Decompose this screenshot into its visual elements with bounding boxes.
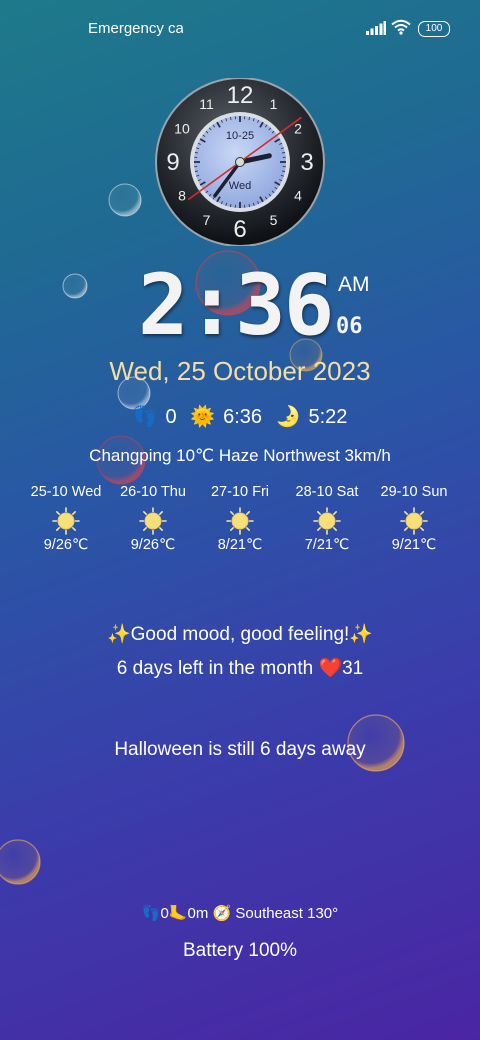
sun-icon	[313, 507, 341, 535]
sun-icon	[226, 507, 254, 535]
forecast-date: 27-10 Fri	[210, 484, 270, 500]
forecast-day[interactable]: 27-10 Fri 8/21℃	[197, 484, 283, 554]
clock-numeral: 8	[178, 188, 186, 204]
weather-summary: Changping 10℃ Haze Northwest 3km/h	[89, 446, 391, 465]
status-bar: Emergency ca 100	[0, 0, 480, 58]
signal-icon	[366, 21, 386, 35]
sun-icon	[400, 507, 428, 535]
clock-numeral: 5	[270, 212, 278, 228]
sun-icon	[139, 507, 167, 535]
forecast-temp: 9/26℃	[43, 537, 89, 553]
mood-text: ✨Good mood, good feeling!✨	[107, 624, 373, 645]
forecast-date: 26-10 Thu	[120, 484, 186, 500]
forecast-day[interactable]: 28-10 Sat 7/21℃	[284, 484, 370, 554]
forecast-day[interactable]: 29-10 Sun 9/21℃	[371, 484, 457, 554]
clock-numeral: 1	[270, 96, 278, 112]
clock-numeral: 3	[300, 149, 313, 176]
sunrise-icon: 🌞	[190, 406, 216, 428]
sun-info-row: 👣 0 🌞 6:36 🌛 5:22	[0, 404, 480, 429]
analog-clock: 12 12 3 45 6 7 8 9 10 11 10-25 Wed	[155, 78, 325, 246]
clock-numeral: 2	[294, 121, 302, 137]
sunset-time: 5:22	[308, 406, 348, 428]
clock-numeral: 9	[166, 149, 179, 176]
forecast-date: 29-10 Sun	[380, 484, 448, 500]
forecast-temp: 9/26℃	[130, 537, 176, 553]
seconds-label: 06	[336, 314, 363, 339]
forecast-date: 25-10 Wed	[30, 484, 102, 500]
clock-numeral: 4	[294, 188, 302, 204]
forecast-day[interactable]: 25-10 Wed 9/26℃	[23, 484, 109, 554]
forecast-temp: 8/21℃	[217, 537, 263, 553]
carrier-label: Emergency ca	[88, 20, 183, 37]
ampm-label: AM	[338, 273, 370, 296]
sun-icon	[52, 507, 80, 535]
clock-numeral: 10	[174, 121, 190, 137]
forecast-date: 28-10 Sat	[295, 484, 359, 500]
forecast-temp: 9/21℃	[391, 537, 437, 553]
steps-count: 0	[165, 406, 177, 428]
month-countdown: 6 days left in the month ❤️31	[116, 658, 364, 679]
clock-numeral: 7	[203, 212, 211, 228]
activity-compass-row: 👣0🦶0m 🧭 Southeast 130°	[141, 905, 339, 922]
clock-weekday-label: Wed	[229, 180, 251, 192]
clock-numeral: 12	[227, 82, 254, 109]
date-label: Wed, 25 October 2023	[109, 356, 371, 386]
forecast-day[interactable]: 26-10 Thu 9/26℃	[110, 484, 196, 554]
clock-numeral: 11	[199, 96, 214, 112]
steps-icon: 👣	[132, 406, 158, 428]
holiday-countdown: Halloween is still 6 days away	[114, 739, 366, 760]
clock-date-label: 10-25	[226, 130, 254, 142]
wifi-icon	[391, 19, 411, 35]
forecast-temp: 7/21℃	[304, 537, 350, 553]
clock-numeral: 6	[233, 216, 246, 243]
battery-text: Battery 100%	[182, 940, 298, 961]
digital-time: 2:36	[138, 256, 334, 354]
moon-icon: 🌛	[275, 406, 301, 428]
forecast-row: 25-10 Wed 9/26℃ 26-10 Thu 9/26℃ 27-10 Fr…	[23, 484, 457, 554]
sunrise-time: 6:36	[223, 406, 263, 428]
battery-indicator: 100	[418, 21, 450, 37]
